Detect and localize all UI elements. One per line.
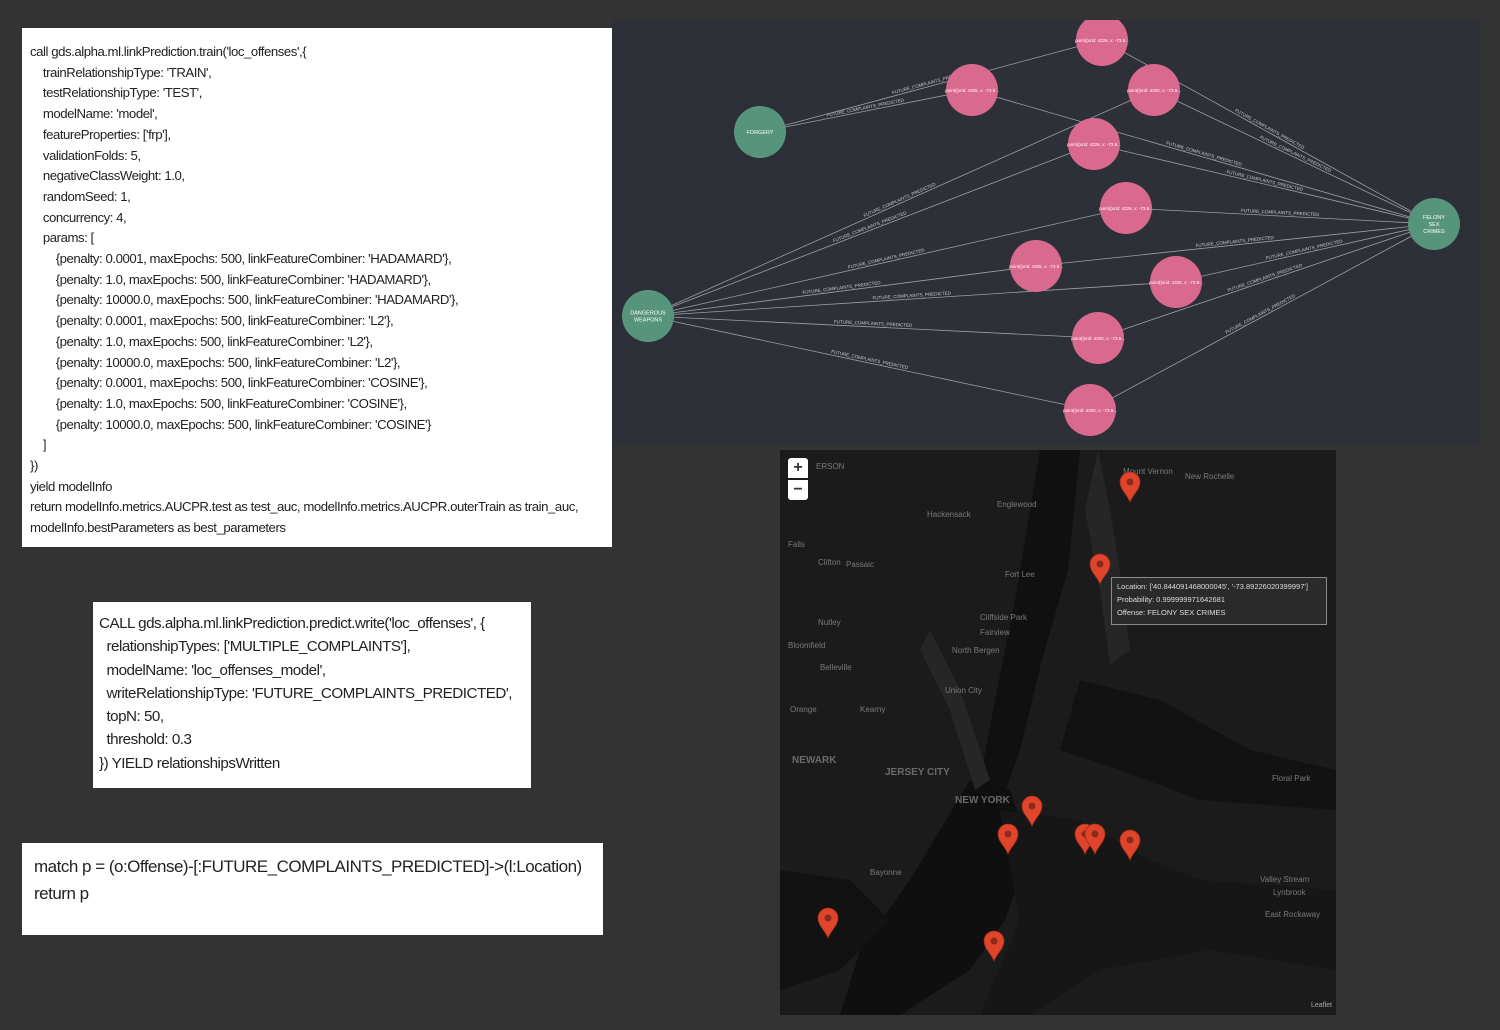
tooltip-probability: Probability: 0.999999971642681 (1117, 595, 1226, 604)
relationship-label: FUTURE_COMPLAINTS_PREDICTED (847, 247, 925, 269)
offense-node-label: WEAPONS (634, 318, 662, 324)
code-line: match p = (o:Offense)-[:FUTURE_COMPLAINT… (34, 857, 582, 876)
code-line: negativeClassWeight: 1.0, (30, 168, 185, 184)
code-line: {penalty: 0.0001, maxEpochs: 500, linkFe… (30, 251, 452, 267)
relationship-label: FUTURE_COMPLAINTS_PREDICTED (831, 349, 910, 370)
code-line: {penalty: 1.0, maxEpochs: 500, linkFeatu… (30, 333, 373, 349)
code-line: }) YIELD relationshipsWritten (99, 754, 280, 772)
code-line: writeRelationshipType: 'FUTURE_COMPLAINT… (99, 684, 512, 702)
predict-query-code: CALL gds.alpha.ml.linkPrediction.predict… (93, 602, 531, 788)
location-node-label: point({srid: 4326, x: -73.9... (1067, 142, 1121, 147)
map-marker[interactable] (1084, 823, 1106, 856)
map-marker[interactable] (817, 907, 839, 940)
map-marker[interactable] (1089, 553, 1111, 586)
map-marker-dot (1126, 836, 1134, 844)
code-line: modelName: 'loc_offenses_model', (99, 661, 326, 679)
match-query-code: match p = (o:Offense)-[:FUTURE_COMPLAINT… (22, 843, 603, 935)
code-line: CALL gds.alpha.ml.linkPrediction.predict… (99, 615, 485, 632)
graph-visualization[interactable]: FUTURE_COMPLAINTS_PREDICTED FUTURE_COMPLA… (612, 20, 1480, 445)
map-marker-dot (1126, 478, 1134, 486)
code-line: {penalty: 1.0, maxEpochs: 500, linkFeatu… (30, 271, 431, 287)
relationship-label: FUTURE_COMPLAINTS_PREDICTED (834, 319, 913, 328)
relationship-label: FUTURE_COMPLAINTS_PREDICTED (1195, 235, 1274, 248)
code-line: featureProperties: ['frp'], (30, 126, 171, 142)
code-line: {penalty: 0.0001, maxEpochs: 500, linkFe… (30, 375, 428, 391)
code-line: modelInfo.bestParameters as best_paramet… (30, 520, 286, 536)
map-marker[interactable] (983, 930, 1005, 963)
offense-node-label: SEX (1428, 222, 1439, 228)
tooltip-location: Location: ['40.844091468000045', '-73.89… (1117, 582, 1308, 591)
code-line: {penalty: 1.0, maxEpochs: 500, linkFeatu… (30, 395, 407, 411)
code-line: concurrency: 4, (30, 209, 127, 225)
location-node-label: point({srid: 4326, x: -73.9... (1009, 264, 1063, 269)
relationship-label: FUTURE_COMPLAINTS_PREDICTED (1225, 293, 1297, 335)
code-line: {penalty: 10000.0, maxEpochs: 500, linkF… (30, 416, 432, 432)
relationship-edge[interactable] (759, 39, 1103, 133)
code-line: call gds.alpha.ml.linkPrediction.train('… (30, 44, 307, 59)
location-node-label: point({srid: 4326, x: -73.9... (945, 88, 999, 93)
map-attribution[interactable]: Leaflet (1311, 1002, 1332, 1009)
map-marker[interactable] (997, 823, 1019, 856)
map-marker[interactable] (1119, 829, 1141, 862)
code-line: params: [ (30, 230, 94, 246)
map-marker-dot (1096, 560, 1104, 568)
relationship-label: FUTURE_COMPLAINTS_PREDICTED (1166, 140, 1244, 167)
relationship-edge[interactable] (1175, 223, 1435, 283)
relationship-label: FUTURE_COMPLAINTS_PREDICTED (1226, 169, 1304, 192)
location-node-label: point({srid: 4326, x: -73.9... (1149, 280, 1203, 285)
map-marker[interactable] (1119, 471, 1141, 504)
code-line: threshold: 0.3 (99, 731, 192, 749)
relationship-edge[interactable] (647, 281, 1177, 317)
code-line: return modelInfo.metrics.AUCPR.test as t… (30, 499, 579, 515)
location-node-label: point({srid: 4326, x: -73.9... (1071, 336, 1125, 341)
code-line: modelName: 'model', (30, 106, 158, 122)
tooltip-offense: Offense: FELONY SEX CRIMES (1117, 608, 1226, 617)
relationship-label: FUTURE_COMPLAINTS_PREDICTED (1227, 262, 1304, 292)
offense-node-label: CRIMES (1423, 229, 1445, 235)
location-node-label: point({srid: 4326, x: -73.9... (1099, 206, 1153, 211)
code-line: validationFolds: 5, (30, 147, 141, 163)
graph-canvas[interactable]: FUTURE_COMPLAINTS_PREDICTEDFUTURE_COMPLA… (612, 20, 1480, 445)
relationship-edge[interactable] (647, 265, 1037, 317)
location-node-label: point({srid: 4326, x: -73.9... (1063, 408, 1117, 413)
map-marker-dot (1004, 830, 1012, 838)
marker-layer (817, 471, 1141, 963)
code-line: testRelationshipType: 'TEST', (30, 85, 203, 101)
code-line: {penalty: 0.0001, maxEpochs: 500, linkFe… (30, 313, 394, 329)
relationship-edge[interactable] (1035, 223, 1435, 267)
code-line: ] (30, 437, 47, 453)
relationship-label: FUTURE_COMPLAINTS_PREDICTED (826, 97, 905, 117)
relationship-label: FUTURE_COMPLAINTS_PREDICTED (1265, 238, 1343, 260)
offense-node-label: FORGERY (746, 130, 773, 136)
code-line: relationshipTypes: ['MULTIPLE_COMPLAINTS… (99, 638, 411, 656)
location-node[interactable] (1076, 20, 1128, 66)
code-line: yield modelInfo (30, 478, 112, 494)
map-marker-dot (990, 937, 998, 945)
offense-node-label: FELONY (1423, 215, 1445, 221)
code-line: return p (34, 884, 89, 903)
map-marker[interactable] (1021, 795, 1043, 828)
location-node-label: point({srid: 4326, x: -73.9... (1075, 38, 1129, 43)
relationship-edge[interactable] (1153, 89, 1435, 225)
code-line: {penalty: 10000.0, maxEpochs: 500, linkF… (30, 292, 459, 308)
relationship-edge[interactable] (1089, 223, 1435, 411)
map-marker-dot (1091, 830, 1099, 838)
map-marker-dot (1028, 802, 1036, 810)
location-node-label: point({srid: 4326, x: -73.9... (1127, 88, 1181, 93)
crime-map[interactable]: + − NEW YORK NEWARK JERSEY CITY Hackensack E… (780, 450, 1336, 1015)
code-line: {penalty: 10000.0, maxEpochs: 500, linkF… (30, 354, 401, 370)
relationship-edge[interactable] (971, 89, 1435, 225)
relationship-edge[interactable] (759, 89, 973, 133)
code-line: trainRelationshipType: 'TRAIN', (30, 64, 212, 80)
map-tooltip: Location: ['40.844091468000045', '-73.89… (1111, 577, 1327, 625)
map-marker-dot (824, 914, 832, 922)
code-line: }) (30, 458, 38, 474)
code-line: randomSeed: 1, (30, 188, 131, 204)
relationship-edge[interactable] (647, 315, 1091, 411)
code-line: topN: 50, (99, 708, 164, 726)
relationship-edge[interactable] (647, 315, 1099, 339)
offense-node-label: DANGEROUS (630, 311, 666, 317)
train-query-code: call gds.alpha.ml.linkPrediction.train('… (22, 28, 612, 547)
